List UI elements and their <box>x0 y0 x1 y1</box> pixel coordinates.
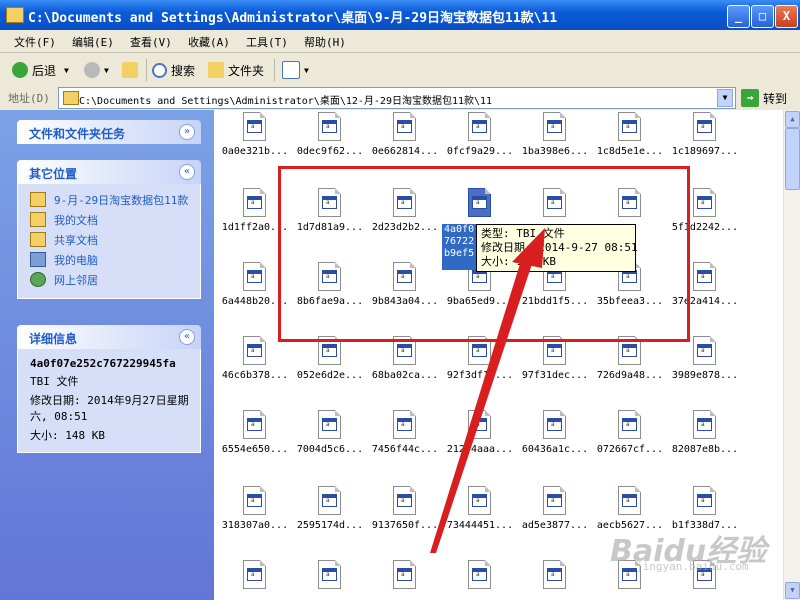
watermark-url: jingyan.baidu.com <box>636 560 749 573</box>
arrow-shaft <box>430 251 535 553</box>
arrow-head <box>512 228 545 268</box>
annotation-arrow <box>430 228 545 553</box>
